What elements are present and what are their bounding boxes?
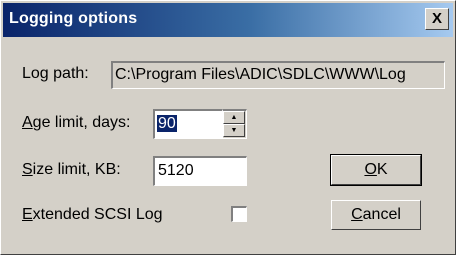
cancel-button-mnemonic: C [351, 206, 363, 223]
cancel-button[interactable]: Cancel [331, 200, 421, 230]
age-limit-input[interactable]: 90 [153, 109, 223, 139]
spin-up-icon: ▲ [230, 114, 238, 121]
spin-down-icon: ▼ [230, 127, 238, 134]
extended-scsi-log-mnemonic: E [22, 206, 33, 223]
extended-scsi-log-label-text: xtended SCSI Log [32, 206, 163, 223]
age-limit-label-text: ge limit, days: [32, 114, 131, 131]
ok-button[interactable]: OK [330, 154, 422, 186]
size-limit-value: 5120 [158, 162, 194, 179]
age-limit-value: 90 [157, 115, 177, 132]
spin-down-button[interactable]: ▼ [223, 124, 245, 137]
close-button[interactable]: X [425, 8, 449, 30]
spin-up-button[interactable]: ▲ [223, 111, 245, 124]
dialog-title: Logging options [9, 10, 138, 27]
extended-scsi-log-label: Extended SCSI Log [22, 206, 163, 224]
cancel-button-label: ancel [362, 206, 401, 223]
age-limit-mnemonic: A [22, 114, 33, 131]
close-icon: X [431, 10, 442, 27]
logging-options-dialog: Logging options X Log path: C:\Program F… [0, 0, 456, 255]
size-limit-mnemonic: S [22, 161, 33, 178]
log-path-value: C:\Program Files\ADIC\SDLC\WWW\Log [115, 66, 406, 83]
age-limit-label: Age limit, days: [22, 114, 130, 132]
age-limit-spinner: ▲ ▼ [223, 109, 247, 139]
size-limit-label: Size limit, KB: [22, 161, 121, 179]
log-path-label: Log path: [22, 65, 89, 82]
extended-scsi-log-checkbox[interactable] [231, 206, 247, 222]
size-limit-label-text: ize limit, KB: [32, 161, 121, 178]
size-limit-input[interactable]: 5120 [153, 156, 247, 186]
ok-button-mnemonic: O [364, 161, 377, 178]
ok-button-label: K [376, 161, 388, 178]
title-bar[interactable]: Logging options X [3, 3, 453, 37]
log-path-field[interactable]: C:\Program Files\ADIC\SDLC\WWW\Log [111, 61, 445, 89]
